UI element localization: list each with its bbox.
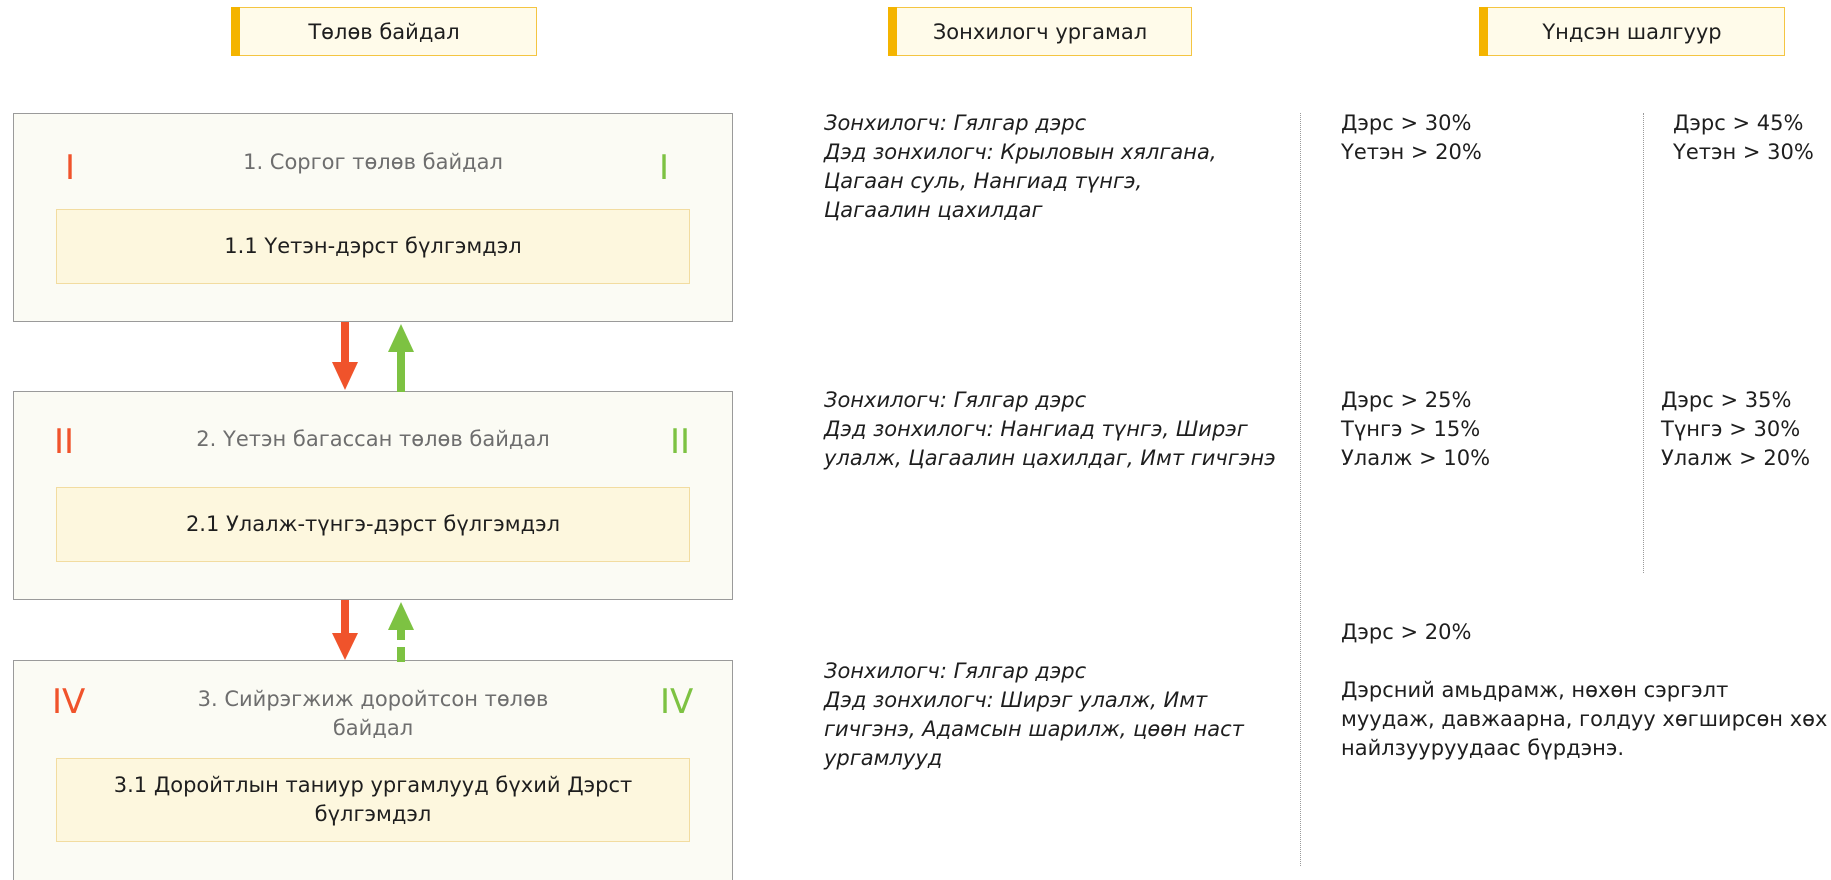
species-line: ургамлууд [824, 746, 943, 770]
criteria-note-line: найлзууруудаас бүрдэнэ. [1341, 736, 1625, 760]
state-box-2: II II 2. Үетэн багассан төлөв байдал 2.1… [13, 391, 733, 600]
species-line: Дэд зонхилогч: Крыловын хялгана, [824, 140, 1217, 164]
criteria-line: Үетэн > 30% [1673, 140, 1814, 164]
criteria-a-2: Дэрс > 25% Түнгэ > 15% Улалж > 10% [1341, 386, 1490, 473]
transition-arrow-up-3-2 [388, 602, 414, 662]
transition-arrow-down-1-2 [332, 322, 358, 390]
criteria-b-2: Дэрс > 35% Түнгэ > 30% Улалж > 20% [1661, 386, 1810, 473]
species-line: Дэд зонхилогч: Нангиад түнгэ, Ширэг [824, 417, 1248, 441]
divider-criteria-columns [1643, 113, 1644, 573]
species-text-1: Зонхилогч: Гялгар дэрс Дэд зонхилогч: Кр… [824, 109, 1294, 225]
criteria-note-line: муудаж, давжаарна, голдуу хөгширсөн хөх [1341, 707, 1828, 731]
state-box-3: IV IV 3. Сийрэгжиж доройтсон төлөв байда… [13, 660, 733, 880]
species-line: Зонхилогч: Гялгар дэрс [824, 659, 1087, 683]
roman-right-1: I [659, 148, 670, 188]
criteria-3: Дэрс > 20% [1341, 618, 1471, 647]
transition-arrow-up-2-1 [388, 324, 414, 392]
species-text-3: Зонхилогч: Гялгар дэрс Дэд зонхилогч: Ши… [824, 657, 1294, 773]
criteria-line: Улалж > 10% [1341, 446, 1491, 470]
roman-left-3: IV [52, 682, 86, 722]
species-line: Дэд зонхилогч: Ширэг улалж, Имт [824, 688, 1208, 712]
criteria-a-1: Дэрс > 30% Үетэн > 20% [1341, 109, 1482, 167]
criteria-line: Дэрс > 30% [1341, 111, 1472, 135]
criteria-line: Дэрс > 25% [1341, 388, 1472, 412]
species-line: гичгэнэ, Адамсын шарилж, цөөн наст [824, 717, 1244, 741]
criteria-note-3: Дэрсний амьдрамж, нөхөн сэргэлт муудаж, … [1341, 676, 1827, 763]
species-text-2: Зонхилогч: Гялгар дэрс Дэд зонхилогч: На… [824, 386, 1294, 473]
roman-left-2: II [54, 422, 75, 462]
state-title-3: 3. Сийрэгжиж доройтсон төлөв байдал [197, 687, 549, 740]
species-line: Зонхилогч: Гялгар дэрс [824, 388, 1087, 412]
criteria-line: Түнгэ > 15% [1341, 417, 1481, 441]
state-title-1: 1. Соргог төлөв байдал [243, 150, 503, 174]
roman-right-2: II [670, 422, 691, 462]
header-state-label: Төлөв байдал [308, 19, 460, 44]
header-species: Зонхилогч ургамал [888, 7, 1192, 56]
criteria-line: Дэрс > 45% [1673, 111, 1804, 135]
community-box-3: 3.1 Доройтлын таниур ургамлууд бүхий Дэр… [56, 758, 690, 842]
criteria-line: Улалж > 20% [1661, 446, 1811, 470]
species-line: Цагаан суль, Нангиад түнгэ, [824, 169, 1143, 193]
criteria-line: Дэрс > 20% [1341, 620, 1472, 644]
species-line: Зонхилогч: Гялгар дэрс [824, 111, 1087, 135]
criteria-b-1: Дэрс > 45% Үетэн > 30% [1673, 109, 1814, 167]
roman-right-3: IV [660, 682, 694, 722]
divider-species-criteria [1300, 113, 1301, 866]
species-line: улалж, Цагаалин цахилдаг, Имт гичгэнэ [824, 446, 1276, 470]
header-species-label: Зонхилогч ургамал [932, 19, 1148, 44]
transition-arrow-down-2-3 [332, 600, 358, 660]
header-criteria-label: Үндсэн шалгуур [1542, 19, 1722, 44]
header-criteria: Үндсэн шалгуур [1479, 7, 1785, 56]
header-state: Төлөв байдал [231, 7, 537, 56]
state-box-1: I I 1. Соргог төлөв байдал 1.1 Үетэн-дэр… [13, 113, 733, 322]
species-line: Цагаалин цахилдаг [824, 198, 1043, 222]
state-title-2: 2. Үетэн багассан төлөв байдал [196, 427, 550, 451]
criteria-note-line: Дэрсний амьдрамж, нөхөн сэргэлт [1341, 678, 1729, 702]
community-box-1: 1.1 Үетэн-дэрст бүлгэмдэл [56, 209, 690, 284]
criteria-line: Дэрс > 35% [1661, 388, 1792, 412]
community-box-2: 2.1 Улалж-түнгэ-дэрст бүлгэмдэл [56, 487, 690, 562]
criteria-line: Түнгэ > 30% [1661, 417, 1801, 441]
criteria-line: Үетэн > 20% [1341, 140, 1482, 164]
roman-left-1: I [65, 148, 76, 188]
